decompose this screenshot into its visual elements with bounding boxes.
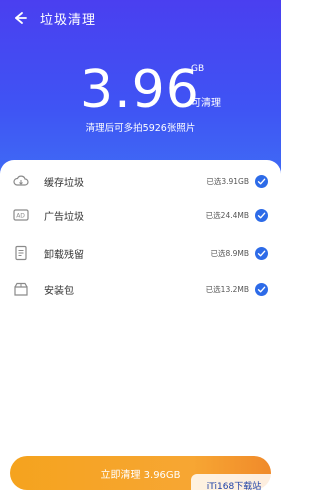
list-item-ads[interactable]: AD 广告垃圾 已选24.4MB: [0, 196, 281, 234]
check-icon: [257, 178, 266, 184]
list-item-packages[interactable]: 安装包 已选13.2MB: [0, 270, 281, 308]
item-label: 广告垃圾: [44, 211, 84, 223]
cleanable-size: 3.96: [80, 60, 200, 120]
back-button[interactable]: [10, 9, 28, 27]
check-icon: [257, 250, 266, 256]
checkbox-checked[interactable]: [255, 174, 268, 188]
ad-icon: AD: [12, 206, 30, 224]
cleanup-hint: 清理后可多拍5926张照片: [85, 123, 196, 134]
item-selected-size: 已选8.9MB: [210, 248, 249, 258]
page-title: 垃圾清理: [40, 12, 97, 28]
check-icon: [257, 286, 266, 292]
item-label: 安装包: [44, 285, 74, 297]
checkbox-checked[interactable]: [255, 208, 268, 222]
check-icon: [257, 212, 266, 218]
checkbox-checked[interactable]: [255, 282, 268, 296]
cleanable-label: 可清理: [191, 98, 221, 109]
item-label: 卸载残留: [44, 249, 84, 261]
package-icon: [12, 280, 30, 298]
item-label: 缓存垃圾: [44, 177, 84, 189]
item-selected-size: 已选13.2MB: [205, 284, 249, 294]
watermark-logo: iTi168下载站: [191, 474, 277, 496]
arrow-left-icon: [15, 12, 27, 24]
checkbox-checked[interactable]: [255, 246, 268, 260]
cloud-icon: [12, 172, 30, 190]
app-bar: 垃圾清理: [0, 0, 281, 36]
svg-text:AD: AD: [16, 213, 25, 220]
watermark-text: iTi168下载站: [206, 481, 262, 492]
summary: 3.96 GB 可清理: [0, 60, 281, 120]
item-selected-size: 已选24.4MB: [205, 210, 249, 220]
junk-list-card: 缓存垃圾 已选3.91GB AD 广告垃圾 已选24.4MB 卸载残留 已选8.…: [0, 160, 281, 500]
clean-now-label: 立即清理 3.96GB: [100, 469, 181, 481]
size-unit: GB: [191, 64, 205, 74]
list-item-cache[interactable]: 缓存垃圾 已选3.91GB: [0, 162, 281, 200]
list-item-residual[interactable]: 卸载残留 已选8.9MB: [0, 234, 281, 272]
document-icon: [12, 244, 30, 262]
item-selected-size: 已选3.91GB: [206, 176, 249, 186]
